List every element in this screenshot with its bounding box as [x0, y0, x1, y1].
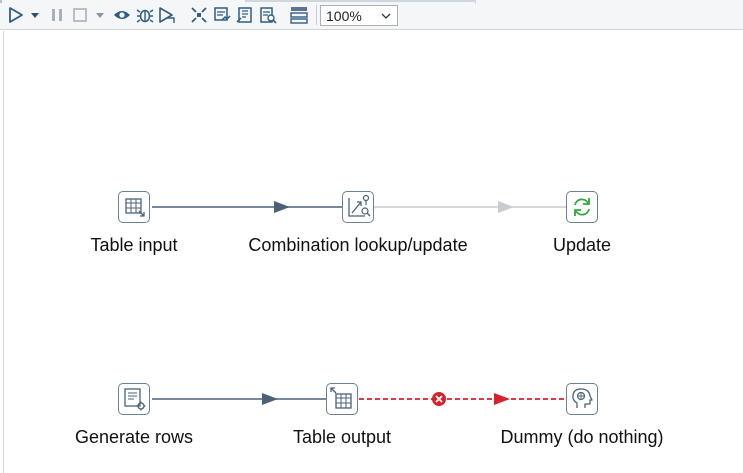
- stop-dropdown-icon[interactable]: [95, 6, 105, 24]
- toolbar-separator: [316, 5, 317, 25]
- hop-combination-lookup-to-update: [374, 201, 566, 213]
- table-output-icon: [330, 387, 352, 409]
- toolbar: 100%: [0, 0, 743, 30]
- dummy-step[interactable]: [566, 383, 598, 415]
- tab-strip-edge: [0, 0, 743, 4]
- hop-table-output-to-dummy-error: [359, 392, 566, 406]
- update-label: Update: [552, 235, 612, 255]
- dummy-label: Dummy (do nothing): [500, 427, 664, 447]
- chevron-down-icon: [381, 13, 391, 19]
- table-output-step[interactable]: [326, 383, 358, 415]
- generate-rows-step[interactable]: [118, 383, 150, 415]
- run-icon[interactable]: [8, 6, 24, 24]
- head-icon: [572, 388, 593, 408]
- sql-icon[interactable]: [236, 6, 254, 24]
- impact-analysis-icon[interactable]: [213, 6, 231, 24]
- update-icon: [574, 198, 590, 216]
- hop-generate-rows-to-table-output: [152, 393, 326, 405]
- transformation-canvas[interactable]: Table input Combination lookup/update Up…: [3, 31, 743, 473]
- table-output-label: Table output: [292, 427, 392, 447]
- debug-icon[interactable]: [136, 6, 154, 24]
- generate-rows-label: Generate rows: [74, 427, 194, 447]
- combination-lookup-step[interactable]: [342, 191, 374, 223]
- zoom-select[interactable]: 100%: [320, 5, 398, 26]
- table-input-label: Table input: [90, 235, 178, 255]
- table-input-icon: [125, 198, 145, 217]
- update-step[interactable]: [566, 191, 598, 223]
- combination-lookup-icon: [348, 194, 371, 217]
- pause-icon[interactable]: [49, 6, 65, 24]
- explore-db-icon[interactable]: [259, 6, 277, 24]
- run-dropdown-icon[interactable]: [30, 6, 40, 24]
- replay-icon[interactable]: [158, 6, 176, 24]
- hop-table-input-to-combination-lookup: [152, 201, 342, 213]
- table-input-step[interactable]: [118, 191, 150, 223]
- combination-lookup-label: Combination lookup/update: [248, 235, 468, 255]
- show-results-icon[interactable]: [290, 6, 308, 24]
- zoom-value: 100%: [326, 8, 362, 24]
- generate-rows-icon: [124, 388, 146, 411]
- preview-icon[interactable]: [113, 6, 131, 24]
- verify-icon[interactable]: [190, 6, 208, 24]
- stop-icon[interactable]: [72, 6, 88, 24]
